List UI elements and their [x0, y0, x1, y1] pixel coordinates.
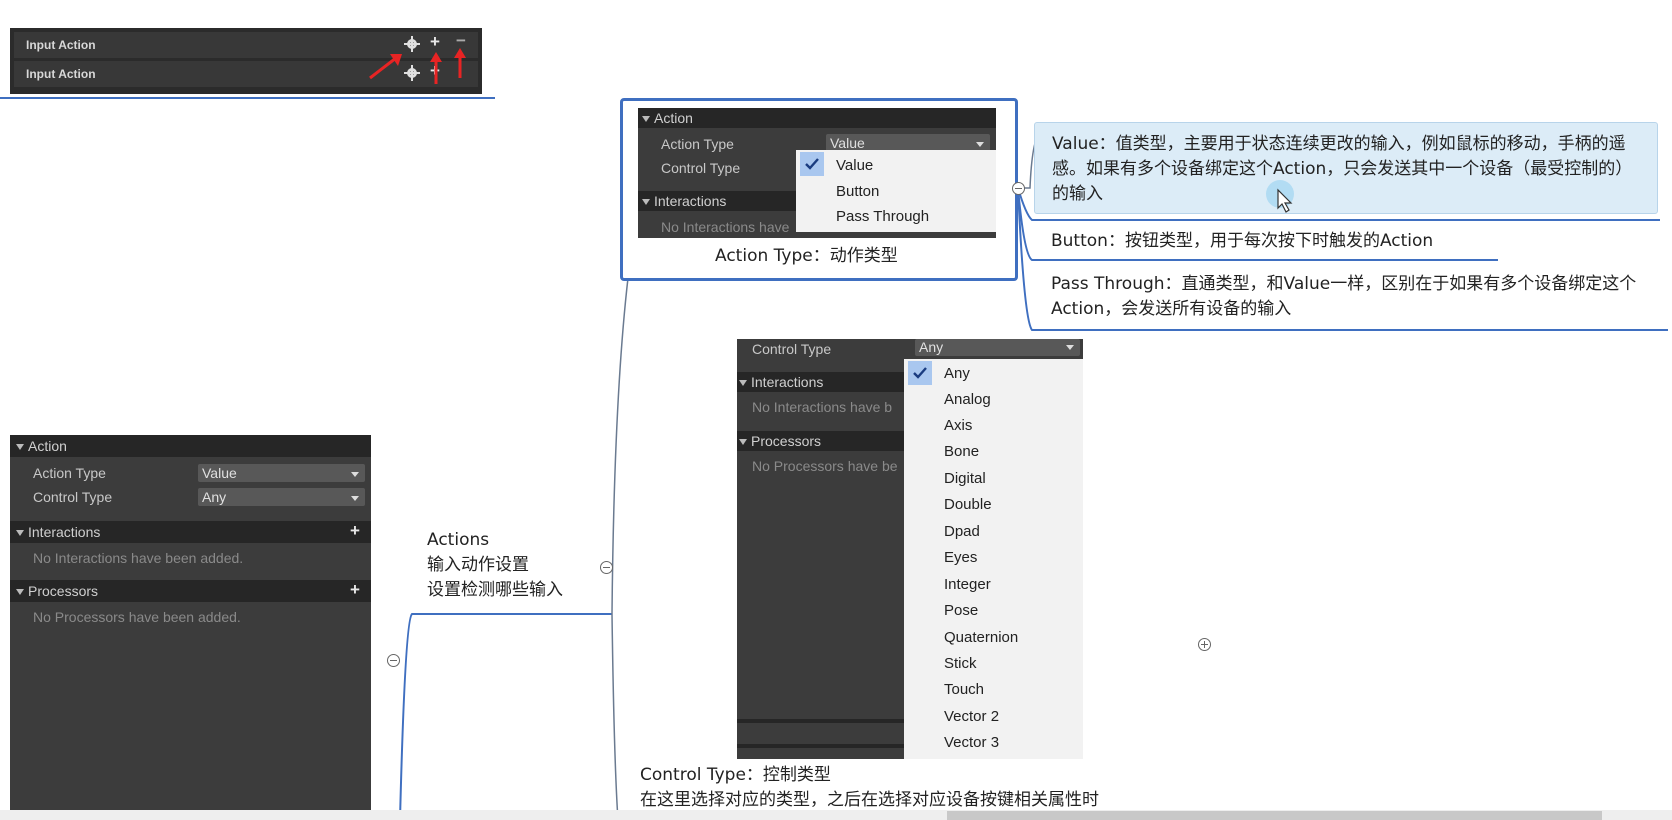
processors-empty-text: No Processors have been added. — [33, 609, 241, 625]
menu-item-axis[interactable]: Axis — [944, 417, 972, 434]
menu-item-double[interactable]: Double — [944, 496, 992, 513]
chevron-down-icon — [1066, 345, 1074, 350]
expand-toggle-icon[interactable] — [1198, 638, 1211, 651]
actions-node-line2: 设置检测哪些输入 — [427, 580, 563, 600]
menu-item-integer[interactable]: Integer — [944, 576, 991, 593]
control-type-label: Control Type — [33, 489, 113, 505]
input-action-label: Input Action — [26, 38, 96, 52]
action-type-screenshot: Action Action Type Value Control Type In… — [638, 108, 996, 238]
menu-item-pose[interactable]: Pose — [944, 602, 978, 619]
control-type-label: Control Type — [752, 341, 832, 357]
menu-item-vector-2[interactable]: Vector 2 — [944, 708, 999, 725]
add-interaction-icon[interactable]: + — [350, 521, 360, 541]
control-type-dropdown[interactable]: Any — [198, 488, 365, 506]
chevron-down-icon — [976, 142, 984, 147]
control-type-dropdown[interactable]: Any — [915, 339, 1080, 356]
chevron-down-icon — [351, 472, 359, 477]
control-type-note-line1: Control Type：控制类型 — [640, 765, 831, 785]
menu-item-analog[interactable]: Analog — [944, 391, 991, 408]
action-type-caption: Action Type：动作类型 — [715, 246, 898, 266]
menu-item-dpad[interactable]: Dpad — [944, 523, 980, 540]
horizontal-scrollbar-thumb[interactable] — [947, 811, 1602, 820]
processors-header: Processors — [737, 431, 907, 451]
menu-item-digital[interactable]: Digital — [944, 470, 986, 487]
menu-item-value[interactable]: Value — [836, 157, 873, 174]
value-note[interactable]: Value：值类型，主要用于状态连续更改的输入，例如鼠标的移动，手柄的遥感。如果… — [1034, 122, 1658, 214]
action-type-label: Action Type — [33, 465, 106, 481]
checkmark-icon — [908, 361, 932, 385]
menu-item-vector-3[interactable]: Vector 3 — [944, 734, 999, 751]
control-type-screenshot[interactable]: Control Type Any Interactions No Interac… — [737, 339, 1083, 759]
panel-divider — [737, 744, 907, 748]
processors-empty-text: No Processors have be — [752, 458, 898, 474]
interactions-header: Interactions — [737, 372, 907, 392]
control-type-menu: Any Analog Axis Bone Digital Double Dpad… — [904, 359, 1083, 759]
action-type-dropdown[interactable]: Value — [198, 464, 365, 482]
interactions-header[interactable]: Interactions — [10, 521, 371, 543]
menu-item-button[interactable]: Button — [836, 183, 879, 200]
collapse-toggle-icon[interactable] — [600, 561, 613, 574]
red-arrow-annotations — [369, 48, 466, 84]
interactions-header: Interactions — [638, 191, 798, 211]
control-type-note[interactable]: Control Type：控制类型 在这里选择对应的类型，之后在选择对应设备按键… — [640, 763, 1099, 813]
cursor-icon — [1266, 180, 1294, 213]
menu-item-bone[interactable]: Bone — [944, 443, 979, 460]
pass-through-note[interactable]: Pass Through：直通类型，和Value一样，区别在于如果有多个设备绑定… — [1051, 272, 1661, 322]
menu-item-quaternion[interactable]: Quaternion — [944, 629, 1018, 646]
menu-item-stick[interactable]: Stick — [944, 655, 977, 672]
interactions-empty-text: No Interactions have b — [752, 399, 893, 415]
action-header[interactable]: Action — [10, 435, 371, 457]
processors-header[interactable]: Processors — [10, 580, 371, 602]
add-processor-icon[interactable]: + — [350, 580, 360, 600]
actions-node-line1: 输入动作设置 — [427, 555, 529, 575]
action-header: Action — [638, 108, 996, 128]
actions-node[interactable]: Actions 输入动作设置 设置检测哪些输入 — [427, 528, 563, 603]
button-note[interactable]: Button：按钮类型，用于每次按下时触发的Action — [1051, 229, 1433, 254]
action-type-node[interactable]: Action Action Type Value Control Type In… — [620, 98, 1018, 281]
chevron-down-icon — [351, 496, 359, 501]
input-action-label: Input Action — [26, 67, 96, 81]
action-type-label: Action Type — [661, 136, 734, 152]
interactions-empty-text: No Interactions have — [661, 219, 790, 235]
menu-item-eyes[interactable]: Eyes — [944, 549, 977, 566]
panel-divider — [737, 719, 907, 723]
actions-node-title: Actions — [427, 530, 490, 550]
collapse-toggle-icon[interactable] — [387, 654, 400, 667]
control-type-label: Control Type — [661, 160, 741, 176]
action-inspector-panel: Action Action Type Value Control Type An… — [10, 435, 371, 810]
checkmark-icon — [800, 152, 824, 176]
menu-item-touch[interactable]: Touch — [944, 681, 984, 698]
menu-item-any[interactable]: Any — [944, 365, 970, 382]
action-type-menu: Value Button Pass Through — [796, 150, 996, 232]
horizontal-scrollbar-track[interactable] — [0, 810, 1672, 820]
menu-item-pass-through[interactable]: Pass Through — [836, 208, 929, 225]
collapse-toggle-icon[interactable] — [1012, 182, 1025, 195]
interactions-empty-text: No Interactions have been added. — [33, 550, 244, 566]
